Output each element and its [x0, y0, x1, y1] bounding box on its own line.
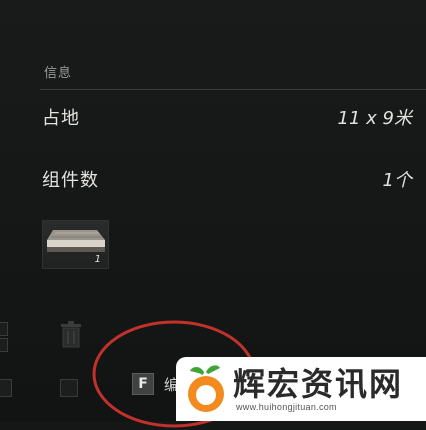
divider	[40, 89, 426, 90]
info-panel: 信息 占地 11 x 9米 组件数 1个 1 F 编 辉宏资讯网 www.hui…	[0, 0, 426, 428]
grid-icon[interactable]	[60, 379, 78, 397]
component-count-label: 组件数	[42, 170, 99, 191]
grid-icon[interactable]	[0, 338, 8, 352]
footprint-label: 占地	[42, 108, 80, 129]
footprint-value: 11 x 9米	[337, 108, 412, 129]
watermark-url: www.huihongjituan.com	[236, 402, 337, 412]
component-count-row: 组件数 1个	[42, 166, 412, 194]
watermark-title: 辉宏资讯网	[233, 365, 404, 403]
watermark-logo-icon	[188, 365, 224, 412]
footprint-row: 占地 11 x 9米	[42, 104, 412, 132]
component-count-badge: 1	[94, 254, 101, 265]
trash-icon[interactable]	[58, 321, 84, 349]
grid-icon[interactable]	[0, 322, 8, 336]
component-count-value: 1个	[382, 170, 412, 191]
grid-icon[interactable]	[0, 379, 12, 397]
component-thumbnail[interactable]: 1	[42, 220, 109, 269]
watermark-banner: 辉宏资讯网 www.huihongjituan.com	[176, 357, 426, 421]
section-title: 信息	[44, 66, 73, 81]
